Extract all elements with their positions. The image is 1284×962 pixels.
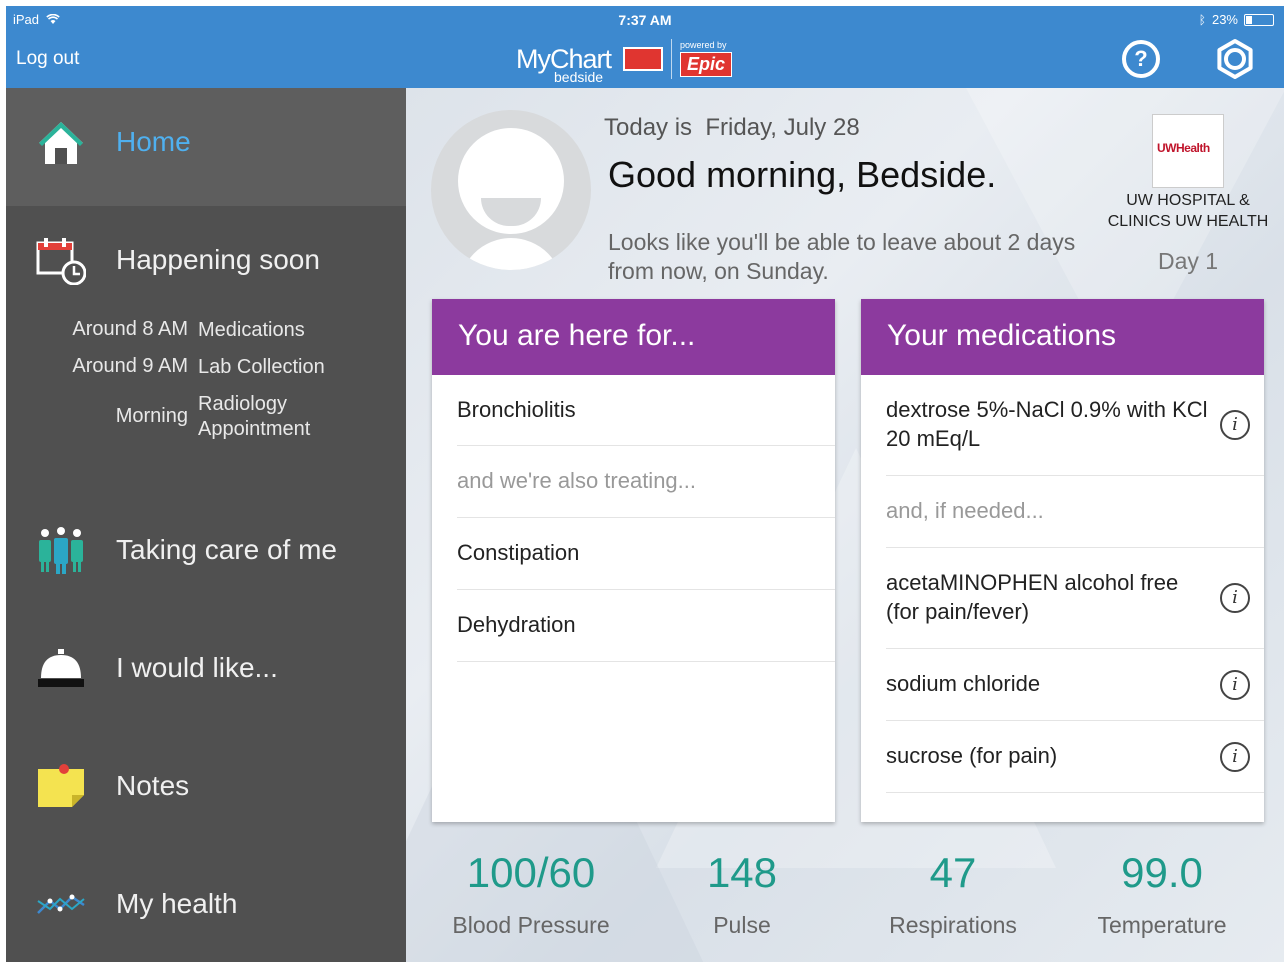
logout-button[interactable]: Log out [16,48,79,70]
hospital-name: UW HOSPITAL & CLINICS UW HEALTH [1107,192,1269,230]
if-needed-row: and, if needed... [886,476,1264,548]
vitals-strip: 100/60 Blood Pressure 148 Pulse 47 Respi… [406,848,1284,958]
service-bell-icon [38,649,84,687]
vital-value: 47 [929,849,977,896]
vital-label: Temperature [1097,912,1227,938]
soon-what: Radiology Appointment [198,393,311,440]
powered-by-text: powered by [680,40,727,50]
help-button[interactable]: ? [1122,40,1160,78]
battery-fill [1246,15,1252,24]
help-icon: ? [1134,46,1148,71]
battery-icon [1244,13,1274,26]
soon-time: Around 9 AM [72,355,188,377]
sidebar-item-i-would-like[interactable]: I would like... [6,638,406,698]
diagnosis-name: Bronchiolitis [457,397,576,422]
vital-respirations: 47 Respirations [848,848,1058,939]
sidebar-label-i-would-like: I would like... [116,652,278,683]
today-date-value: Friday, July 28 [705,114,860,141]
bluetooth-icon: ᛒ [1198,12,1206,27]
calendar-clock-icon [36,238,86,285]
vital-value: 100/60 [466,849,596,896]
home-icon [39,122,83,164]
brand-mychart: MyChart bedside [516,45,612,84]
greeting: Good morning, Bedside. [608,154,997,195]
brand-divider [671,39,673,79]
epic-logo: powered by Epic [680,40,733,77]
today-prefix: Today is [604,114,693,141]
status-right: ᛒ 23% [1199,12,1274,27]
here-for-card[interactable]: You are here for... Bronchiolitis and we… [432,299,835,822]
vital-value: 148 [706,849,778,896]
soon-time: Around 8 AM [72,318,188,340]
care-team-icon [39,527,83,574]
main-content: Today is Friday, July 28 Good morning, B… [406,88,1284,962]
also-treating-label: and we're also treating... [457,468,697,493]
sidebar-item-happening-soon[interactable]: Happening soon [6,230,406,290]
health-chart-icon [37,894,85,914]
medication-name: acetaMINOPHEN alcohol free (for pain/fev… [886,570,1179,624]
sidebar-label-happening-soon: Happening soon [116,244,320,275]
here-for-title: You are here for... [432,299,835,375]
info-icon[interactable]: i [1220,670,1250,700]
sidebar-label-home: Home [116,126,191,157]
medication-name: sucrose (for pain) [886,743,1058,768]
bed-logo-icon [623,47,664,71]
soon-what: Medications [198,319,305,341]
top-bar: iPad 7:37 AM ᛒ 23% Log out MyChart bedsi… [6,6,1284,88]
vital-value: 99.0 [1121,849,1203,896]
sticky-note-icon [38,764,84,807]
medication-name: dextrose 5%-NaCl 0.9% with KCl 20 mEq/L [886,397,1208,451]
discharge-estimate: Looks like you'll be able to leave about… [608,229,1076,284]
if-needed-label: and, if needed... [886,498,1044,523]
battery-percent: 23% [1211,12,1238,27]
hospital-logo: UWHealth [1152,114,1224,188]
avatar [431,110,591,270]
mychart-bedside-logo: MyChart bedside powered by Epic [516,34,733,84]
medications-card[interactable]: Your medications dextrose 5%-NaCl 0.9% w… [861,299,1264,822]
info-icon[interactable]: i [1220,742,1250,772]
also-treating-row: and we're also treating... [457,446,835,518]
vital-label: Blood Pressure [452,912,610,938]
medication-row[interactable]: sodium chloride i [886,649,1264,721]
diagnosis-name: Dehydration [457,612,576,637]
stay-day: Day 1 [1157,248,1219,274]
medication-name: sodium chloride [886,671,1041,696]
diagnosis-row: Constipation [457,518,835,590]
soon-time: Morning [115,405,188,427]
info-icon[interactable]: i [1220,583,1250,613]
medication-row[interactable]: acetaMINOPHEN alcohol free (for pain/fev… [886,548,1264,649]
settings-gear-icon[interactable] [1214,38,1256,80]
sidebar-label-my-health: My health [116,888,238,919]
sidebar-label-taking-care: Taking care of me [116,534,337,565]
brand-bedside-text: bedside [554,68,604,85]
vital-temperature: 99.0 Temperature [1057,848,1267,939]
medication-row[interactable]: sucrose (for pain) i [886,721,1264,793]
info-icon[interactable]: i [1220,410,1250,440]
vital-label: Pulse [713,912,771,938]
status-time: 7:37 AM [618,12,672,28]
hospital-logo-text: UWHealth [1157,141,1210,155]
diagnosis-row: Dehydration [457,590,835,662]
sidebar-item-taking-care[interactable]: Taking care of me [6,520,406,580]
vital-label: Respirations [889,912,1017,938]
medications-title: Your medications [861,299,1264,375]
sidebar: Home Happening soon Around 8 AM Medicati… [6,88,406,962]
diagnosis-name: Constipation [457,540,580,565]
medication-row[interactable]: dextrose 5%-NaCl 0.9% with KCl 20 mEq/L … [886,375,1264,476]
vital-blood-pressure: 100/60 Blood Pressure [426,848,636,939]
avatar-body [459,238,563,270]
epic-text: Epic [680,52,733,77]
sidebar-item-notes[interactable]: Notes [6,756,406,816]
sidebar-label-notes: Notes [116,770,190,801]
vital-pulse: 148 Pulse [637,848,847,939]
today-date: Today is Friday, July 28 [604,114,860,142]
sidebar-item-home[interactable]: Home [6,88,406,206]
diagnosis-row: Bronchiolitis [457,375,835,446]
soon-what: Lab Collection [198,356,325,378]
sidebar-item-my-health[interactable]: My health [6,874,406,934]
